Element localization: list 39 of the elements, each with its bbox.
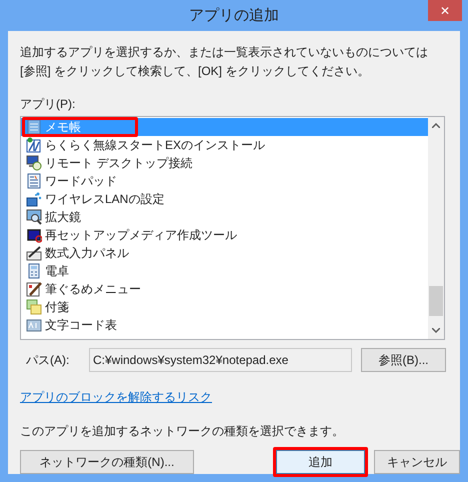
wordpad-icon xyxy=(26,173,42,189)
window-title: アプリの追加 xyxy=(189,6,279,26)
app-list-item[interactable]: 再セットアップメディア作成ツール xyxy=(21,226,428,244)
path-field[interactable]: C:¥windows¥system32¥notepad.exe xyxy=(89,348,352,372)
calculator-icon xyxy=(26,263,42,279)
remote-desktop-icon xyxy=(26,155,42,171)
path-label: パス(A): xyxy=(25,352,70,369)
app-list-item[interactable]: ワイヤレスLANの設定 xyxy=(21,190,428,208)
scroll-thumb[interactable] xyxy=(429,286,443,316)
app-list-item[interactable]: 筆ぐるめメニュー xyxy=(21,280,428,298)
browse-button[interactable]: 参照(B)... xyxy=(361,348,446,372)
pen-tablet-icon xyxy=(26,245,42,261)
app-list-item[interactable]: らくらく無線スタートEXのインストール xyxy=(21,136,428,154)
app-list-item[interactable]: 付箋 xyxy=(21,298,428,316)
unblock-risk-link[interactable]: アプリのブロックを解除するリスク xyxy=(20,389,212,405)
apps-label: アプリ(P): xyxy=(20,96,76,112)
app-list-item[interactable]: リモート デスクトップ接続 xyxy=(21,154,428,172)
dialog-button[interactable]: 追加 xyxy=(276,450,365,474)
app-list-item[interactable]: 拡大鏡 xyxy=(21,208,428,226)
scrollbar[interactable] xyxy=(428,117,444,339)
character-map-icon xyxy=(26,317,42,333)
magnifier-icon xyxy=(26,209,42,225)
instructions-text: 追加するアプリを選択するか、または一覧表示されていないものについては [参照] をクリックして検索して、[OK] をクリックしてください。 xyxy=(20,44,429,80)
sticky-notes-icon xyxy=(26,299,42,315)
app-list-item[interactable]: 文字コード表 xyxy=(21,316,428,334)
notepad-icon xyxy=(26,119,42,135)
dialog-button[interactable]: キャンセル xyxy=(374,450,460,474)
app-list-item[interactable]: 電卓 xyxy=(21,262,428,280)
scroll-down-icon[interactable] xyxy=(432,328,440,333)
recovery-media-icon xyxy=(26,227,42,243)
scroll-up-icon[interactable] xyxy=(432,123,440,128)
network-note: このアプリを追加するネットワークの種類を選択できます。 xyxy=(20,423,344,439)
wireless-setup-icon xyxy=(26,137,42,153)
dialog-button[interactable]: ネットワークの種類(N)... xyxy=(20,450,194,474)
wireless-lan-icon xyxy=(26,191,42,207)
close-button[interactable]: ✕ xyxy=(428,0,462,21)
app-list-item[interactable]: ワードパッド xyxy=(21,172,428,190)
app-list-item[interactable]: 数式入力パネル xyxy=(21,244,428,262)
brush-menu-icon xyxy=(26,281,42,297)
